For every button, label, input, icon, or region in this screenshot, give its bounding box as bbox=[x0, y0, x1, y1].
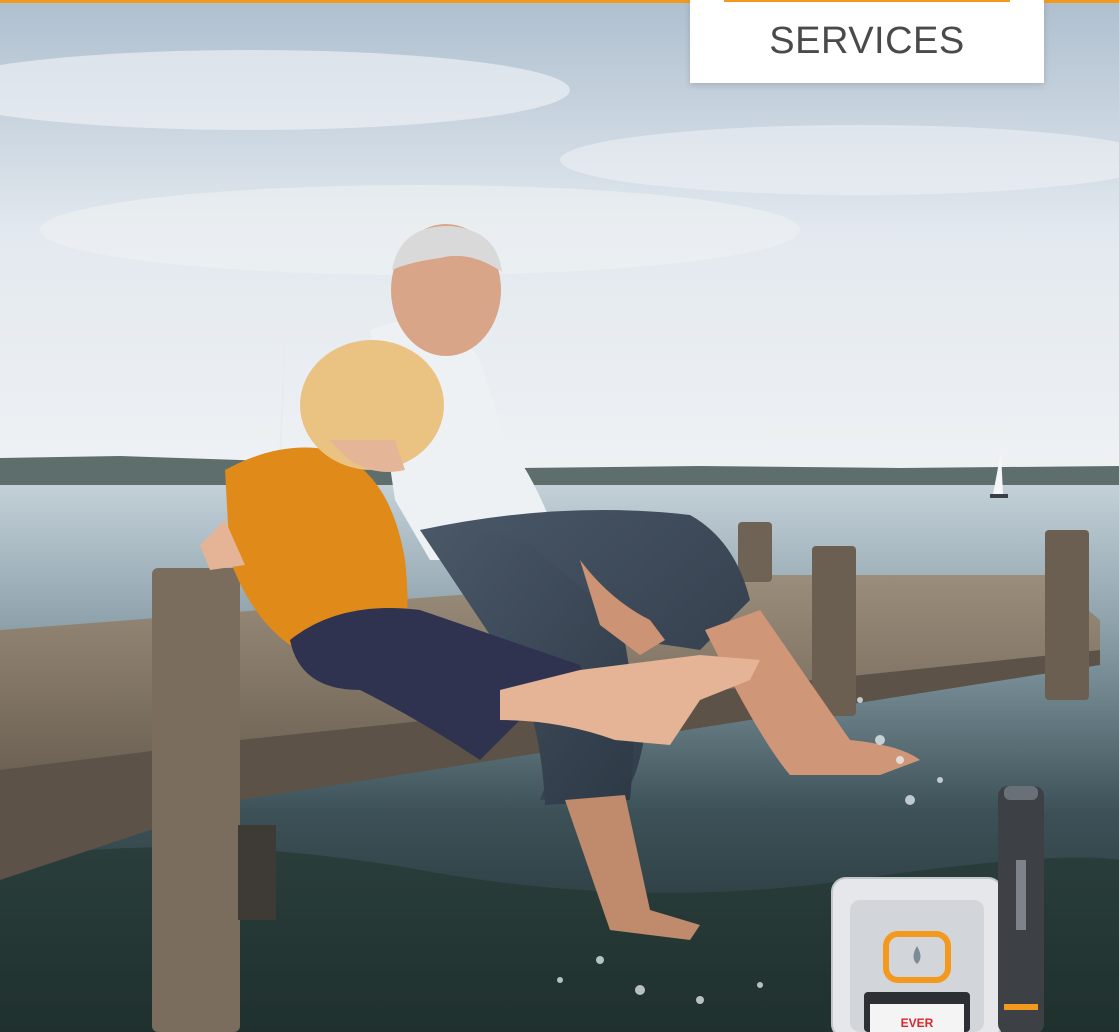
sailboat-hull bbox=[990, 494, 1008, 498]
dock-post bbox=[738, 522, 772, 582]
pen-accent-band bbox=[1004, 1004, 1038, 1010]
services-nav-tab[interactable]: SERVICES bbox=[690, 0, 1044, 83]
dock-post bbox=[152, 568, 240, 1032]
device-brand-label: EVER bbox=[901, 1016, 934, 1030]
dock-post bbox=[1045, 530, 1089, 700]
hero-photo: EVER bbox=[0, 0, 1119, 1032]
pen-print bbox=[1016, 860, 1026, 930]
dock-post-shadow bbox=[238, 825, 276, 920]
services-tab-accent bbox=[724, 0, 1010, 2]
dock-post bbox=[812, 546, 856, 716]
services-label: SERVICES bbox=[769, 20, 965, 62]
pen-cap bbox=[1004, 786, 1038, 800]
